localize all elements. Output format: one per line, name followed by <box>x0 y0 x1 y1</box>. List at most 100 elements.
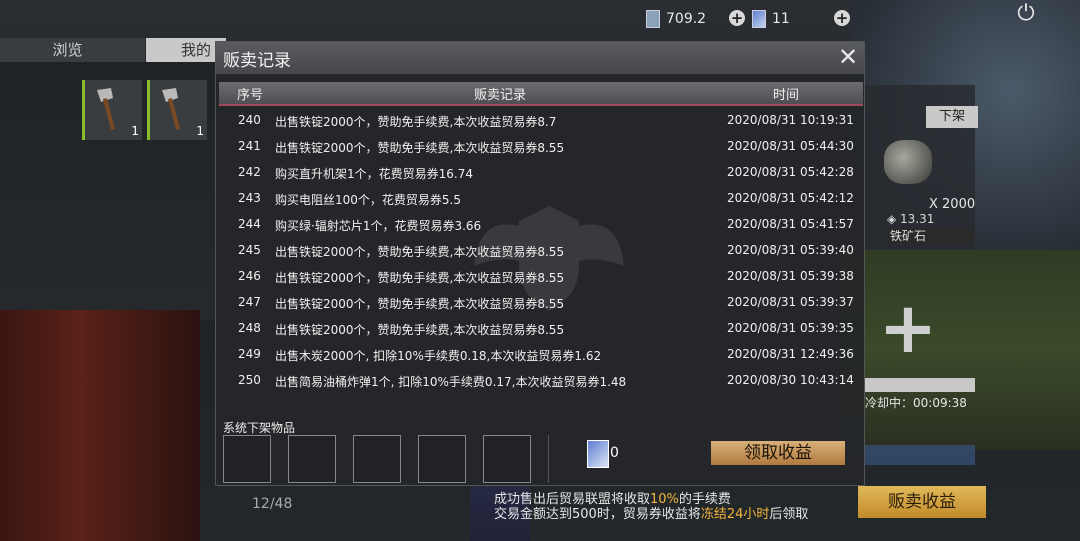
trade-ticket-icon <box>587 440 609 468</box>
row-time: 2020/08/31 05:42:12 <box>727 191 854 205</box>
row-no: 245 <box>238 243 261 257</box>
system-delisted-label: 系统下架物品 <box>223 421 296 435</box>
close-icon[interactable]: ✕ <box>836 45 860 69</box>
delisted-slot[interactable] <box>288 435 336 483</box>
delisted-slot[interactable] <box>418 435 466 483</box>
row-time: 2020/08/31 05:41:57 <box>727 217 854 231</box>
table-row: 245 出售铁锭2000个，赞助免手续费,本次收益贸易券8.55 2020/08/3… <box>219 238 863 264</box>
inventory-slot[interactable]: 1 <box>147 80 207 140</box>
row-time: 2020/08/31 05:44:30 <box>727 139 854 153</box>
iron-ore-icon <box>884 140 932 184</box>
freeze-notice-suffix: 后领取 <box>769 507 809 522</box>
sell-income-button[interactable]: 贩卖收益 <box>858 486 986 518</box>
row-record: 出售铁锭2000个，赞助免手续费,本次收益贸易券8.55 <box>275 141 565 155</box>
row-no: 249 <box>238 347 261 361</box>
item-name: 铁矿石 <box>886 228 974 245</box>
axe-icon <box>162 88 181 130</box>
cooldown-timer: 冷却中：00:09:38 <box>865 396 967 410</box>
row-time: 2020/08/31 05:39:38 <box>727 269 854 283</box>
delist-button[interactable]: 下架 <box>926 106 978 128</box>
axe-icon <box>97 88 116 130</box>
currency-coins: 709.2 <box>646 10 706 28</box>
table-row: 242 购买直升机架1个，花费贸易券16.74 2020/08/31 05:42:2… <box>219 160 863 186</box>
row-record: 购买绿·辐射芯片1个，花费贸易券3.66 <box>275 219 482 233</box>
row-no: 250 <box>238 373 261 387</box>
item-quantity: X 2000 <box>929 197 976 212</box>
delisted-slot[interactable] <box>353 435 401 483</box>
page-count: 12/48 <box>252 496 293 512</box>
modal-header: 贩卖记录 ✕ <box>216 42 864 74</box>
table-row: 243 购买电阻丝100个，花费贸易券5.5 2020/08/31 05:42:12 <box>219 186 863 212</box>
cooldown-bar <box>865 378 975 392</box>
claim-income-button[interactable]: 领取收益 <box>711 441 845 465</box>
modal-title: 贩卖记录 <box>223 51 291 71</box>
top-bar: 709.2 + 11 + ⏻ <box>0 0 1080 38</box>
header-record: 贩卖记录 <box>474 88 527 103</box>
freeze-notice: 交易金额达到500时，贸易券收益将冻结24小时后领取 <box>494 503 808 522</box>
bg-grass <box>840 250 1080 450</box>
row-no: 246 <box>238 269 261 283</box>
row-time: 2020/08/31 05:42:28 <box>727 165 854 179</box>
row-record: 出售简易油桶炸弹1个, 扣除10%手续费0.17,本次收益贸易券1.48 <box>275 375 627 389</box>
row-time: 2020/08/31 05:39:37 <box>727 295 854 309</box>
tab-mine[interactable]: 我的 <box>146 38 226 62</box>
freeze-duration: 冻结24小时 <box>700 507 770 522</box>
row-no: 247 <box>238 295 261 309</box>
table-row: 246 出售铁锭2000个，赞助免手续费,本次收益贸易券8.55 2020/08/3… <box>219 264 863 290</box>
row-record: 出售铁锭2000个，赞助免手续费,本次收益贸易券8.7 <box>275 115 557 129</box>
row-record: 出售铁锭2000个，赞助免手续费,本次收益贸易券8.55 <box>275 271 565 285</box>
row-no: 242 <box>238 165 261 179</box>
table-row: 248 出售铁锭2000个，赞助免手续费,本次收益贸易券8.55 2020/08/3… <box>219 316 863 342</box>
add-coins-button[interactable]: + <box>729 10 745 26</box>
ticket-icon <box>752 10 766 28</box>
row-record: 出售木炭2000个, 扣除10%手续费0.18,本次收益贸易券1.62 <box>275 349 602 363</box>
inventory-slot[interactable]: 1 <box>82 80 142 140</box>
table-header: 序号 贩卖记录 时间 <box>219 82 863 106</box>
row-record: 出售铁锭2000个，赞助免手续费,本次收益贸易券8.55 <box>275 323 565 337</box>
row-record: 出售铁锭2000个，赞助免手续费,本次收益贸易券8.55 <box>275 245 565 259</box>
currency-tickets: 11 <box>752 10 790 28</box>
delisted-slot[interactable] <box>483 435 531 483</box>
table-row: 249 出售木炭2000个, 扣除10%手续费0.18,本次收益贸易券1.62 20… <box>219 342 863 368</box>
row-no: 243 <box>238 191 261 205</box>
header-time: 时间 <box>773 88 800 103</box>
freeze-notice-text: 交易金额达到500时，贸易券收益将 <box>494 507 701 522</box>
row-time: 2020/08/31 05:39:40 <box>727 243 854 257</box>
add-tickets-button[interactable]: + <box>834 10 850 26</box>
row-record: 购买电阻丝100个，花费贸易券5.5 <box>275 193 461 207</box>
row-no: 240 <box>238 113 261 127</box>
inventory-qty: 1 <box>131 124 139 138</box>
power-icon[interactable]: ⏻ <box>1014 2 1038 26</box>
row-no: 248 <box>238 321 261 335</box>
bg-banner <box>865 445 975 465</box>
divider <box>548 435 549 483</box>
item-price: ◈ 13.31 <box>887 212 935 226</box>
currency-tickets-value: 11 <box>772 11 790 27</box>
row-record: 购买直升机架1个，花费贸易券16.74 <box>275 167 473 181</box>
record-list[interactable]: 240 出售铁锭2000个，赞助免手续费,本次收益贸易券8.7 2020/08/31… <box>219 106 863 406</box>
row-time: 2020/08/31 12:49:36 <box>727 347 854 361</box>
row-time: 2020/08/30 10:43:14 <box>727 373 854 387</box>
inventory-qty: 1 <box>196 124 204 138</box>
item-price-value: 13.31 <box>900 212 935 226</box>
table-row: 247 出售铁锭2000个，赞助免手续费,本次收益贸易券8.55 2020/08/3… <box>219 290 863 316</box>
row-no: 244 <box>238 217 261 231</box>
row-time: 2020/08/31 05:39:35 <box>727 321 854 335</box>
market-tabs: 浏览 我的 <box>0 38 230 62</box>
table-row: 244 购买绿·辐射芯片1个，花费贸易券3.66 2020/08/31 05:41:… <box>219 212 863 238</box>
coin-icon <box>646 10 660 28</box>
header-no: 序号 <box>237 88 264 103</box>
table-row: 250 出售简易油桶炸弹1个, 扣除10%手续费0.17,本次收益贸易券1.48 2… <box>219 368 863 394</box>
ticket-count: 0 <box>610 445 619 461</box>
sales-record-modal: 贩卖记录 ✕ 序号 贩卖记录 时间 240 出售铁锭2000个，赞助免手续费,本次… <box>215 41 865 486</box>
delisted-slot[interactable] <box>223 435 271 483</box>
currency-coins-value: 709.2 <box>666 11 707 27</box>
row-no: 241 <box>238 139 261 153</box>
row-record: 出售铁锭2000个，赞助免手续费,本次收益贸易券8.55 <box>275 297 565 311</box>
row-time: 2020/08/31 10:19:31 <box>727 113 854 127</box>
bg-red-crate <box>0 310 200 541</box>
table-row: 240 出售铁锭2000个，赞助免手续费,本次收益贸易券8.7 2020/08/31… <box>219 108 863 134</box>
tab-browse[interactable]: 浏览 <box>0 38 145 62</box>
table-row: 241 出售铁锭2000个，赞助免手续费,本次收益贸易券8.55 2020/08/3… <box>219 134 863 160</box>
add-listing-icon[interactable]: + <box>878 293 938 363</box>
